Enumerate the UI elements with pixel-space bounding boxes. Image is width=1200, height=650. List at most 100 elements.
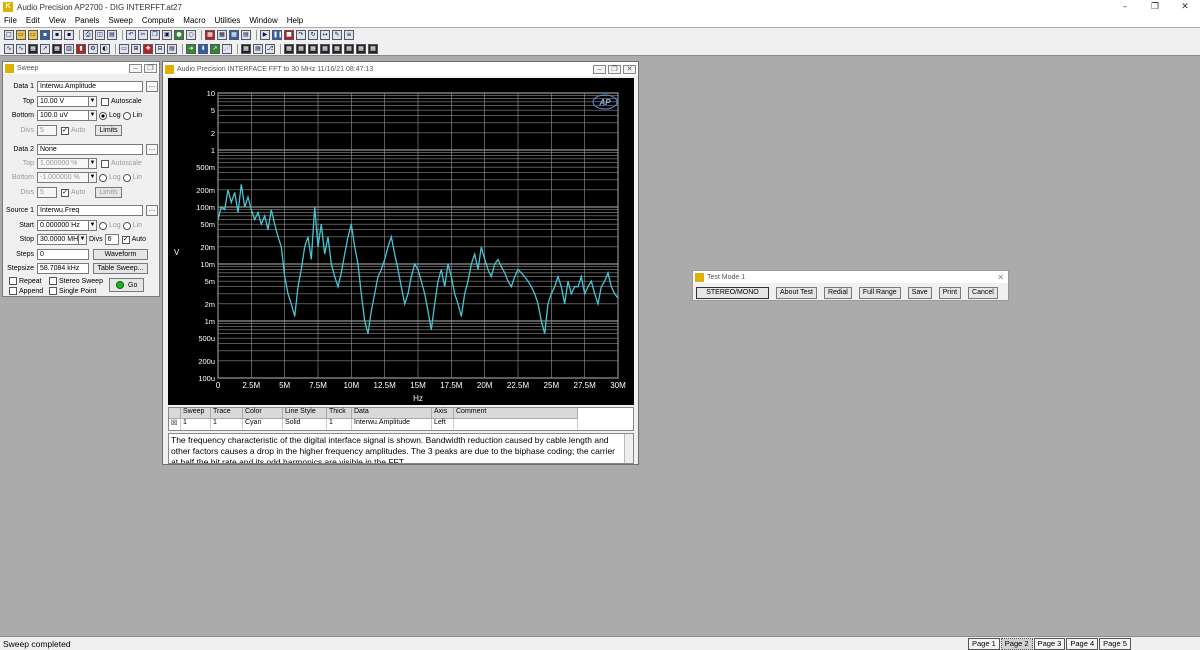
menu-view[interactable]: View (49, 16, 66, 25)
compute-icon[interactable]: ✚ (143, 43, 153, 54)
stop-units-dropdown[interactable]: ▼ (78, 234, 87, 245)
attach-icon[interactable]: ⎇ (265, 43, 275, 54)
graph-optimize-icon[interactable]: ▦ (217, 30, 227, 40)
graph-icon[interactable]: ▦ (205, 30, 215, 40)
record-stop-icon[interactable]: ■ (284, 30, 294, 40)
minimize-button[interactable]: – (1110, 0, 1140, 14)
data-editor-icon[interactable]: ▤ (167, 43, 177, 54)
menu-panels[interactable]: Panels (75, 16, 99, 25)
fft-plot[interactable]: 100u 200u 500u 1m 2m 5m 10m 20m 50m 100m 200m 500m 1… (168, 78, 634, 405)
panel-5-icon[interactable]: ▦ (332, 43, 342, 54)
page-2-button[interactable]: Page 2 (1000, 638, 1033, 650)
menu-help[interactable]: Help (287, 16, 303, 25)
source1-browse-button[interactable]: … (146, 205, 158, 216)
repeat-checkbox[interactable] (9, 277, 17, 285)
stop-divs-field[interactable]: 6 (104, 234, 119, 245)
panel-minimize-button[interactable]: – (129, 63, 142, 73)
panel-2-icon[interactable]: ▦ (296, 43, 306, 54)
sweep-panel-icon[interactable]: ↗ (40, 43, 50, 54)
macro-icon[interactable]: ≡ (344, 30, 354, 40)
about-test-button[interactable]: About Test (776, 287, 817, 299)
macro-run-icon[interactable]: ↻ (308, 30, 318, 40)
menu-file[interactable]: File (4, 16, 17, 25)
stop-field[interactable]: 30.0000 MHz (37, 234, 79, 245)
table-row[interactable]: ☒ 1 1 Cyan Solid 1 Interwu.Amplitude Lef… (169, 419, 633, 430)
stereo-sweep-checkbox[interactable] (49, 277, 57, 285)
stop-icon[interactable]: ○ (186, 30, 196, 40)
menu-utilities[interactable]: Utilities (215, 16, 241, 25)
log-icon[interactable]: ▤ (253, 43, 263, 54)
graph-panel-icon[interactable]: ▦ (241, 43, 251, 54)
cell-line-style[interactable]: Solid (283, 419, 327, 430)
maximize-button[interactable]: ❐ (1140, 0, 1170, 14)
save-all-icon[interactable]: ▪ (64, 30, 74, 40)
bar-graph-icon[interactable]: ▮ (76, 43, 86, 54)
cell-thick[interactable]: 1 (327, 419, 352, 430)
panel-7-icon[interactable]: ▦ (356, 43, 366, 54)
move-down-icon[interactable]: ⬇ (198, 43, 208, 54)
print-button[interactable]: Print (938, 287, 962, 299)
analog-gen-icon[interactable]: ∿ (4, 43, 14, 54)
close-button[interactable]: ✕ (1170, 0, 1200, 14)
bottom2-field[interactable]: -1.000000 % (37, 172, 89, 183)
div2-field[interactable]: 5 (37, 187, 57, 198)
page-5-button[interactable]: Page 5 (1099, 638, 1131, 650)
top-units-dropdown[interactable]: ▼ (88, 96, 97, 107)
graph-zoom-icon[interactable]: ▦ (229, 30, 239, 40)
steps-field[interactable]: 0 (37, 249, 89, 260)
start-field[interactable]: 0.000000 Hz (37, 220, 89, 231)
page-1-button[interactable]: Page 1 (968, 638, 1000, 650)
save-as-icon[interactable]: ▪ (52, 30, 62, 40)
stop-auto-checkbox[interactable]: ✓ (121, 235, 130, 244)
step-icon[interactable]: ↷ (296, 30, 306, 40)
start-units-dropdown[interactable]: ▼ (88, 220, 97, 231)
print-icon[interactable]: ⎙ (83, 30, 93, 40)
page-4-button[interactable]: Page 4 (1066, 638, 1099, 650)
panel-4-icon[interactable]: ▦ (320, 43, 330, 54)
go-icon[interactable]: ● (174, 30, 184, 40)
cell-axis[interactable]: Left (432, 419, 454, 430)
paste-icon[interactable]: ▣ (162, 30, 172, 40)
play-icon[interactable]: ▶ (260, 30, 270, 40)
stereo-mono-button[interactable]: STEREO/MONO (696, 287, 769, 299)
top2-units-dropdown[interactable]: ▼ (88, 158, 97, 169)
append-checkbox[interactable] (9, 287, 17, 295)
row-checkbox[interactable]: ☒ (169, 419, 181, 430)
cell-data[interactable]: Interwu.Amplitude (352, 419, 432, 430)
pause-icon[interactable]: ❚❚ (272, 30, 282, 40)
test-mode-close-button[interactable]: ✕ (997, 273, 1004, 282)
open-folder-icon[interactable]: ▭ (16, 30, 26, 40)
div-auto-checkbox[interactable]: ✓ (61, 126, 69, 135)
table-sweep-button[interactable]: Table Sweep... (93, 263, 148, 274)
copy-icon[interactable]: ❐ (150, 30, 160, 40)
menu-compute[interactable]: Compute (142, 16, 174, 25)
source1-field[interactable]: Interwu.Freq (37, 205, 143, 216)
stepsize-field[interactable]: 58.7084 kHz (37, 263, 89, 274)
page-3-button[interactable]: Page 3 (1033, 638, 1066, 650)
open-test-icon[interactable]: ▭ (28, 30, 38, 40)
menu-edit[interactable]: Edit (26, 16, 40, 25)
limits-button[interactable]: Limits (95, 125, 122, 136)
description-textbox[interactable]: The frequency characteristic of the digi… (168, 433, 634, 464)
cell-comment[interactable] (454, 419, 578, 430)
div2-auto-checkbox[interactable]: ✓ (61, 188, 69, 197)
regulation-icon[interactable]: ◐ (100, 43, 110, 54)
log-radio[interactable] (99, 111, 107, 120)
data1-field[interactable]: Interwu.Amplitude (37, 81, 143, 92)
macro-step-icon[interactable]: ↦ (320, 30, 330, 40)
cell-sweep[interactable]: 1 (181, 419, 211, 430)
full-range-button[interactable]: Full Range (858, 287, 901, 299)
new-file-icon[interactable]: □ (4, 30, 14, 40)
autoscale2-checkbox[interactable] (101, 159, 109, 168)
graph-list-icon[interactable]: ▤ (241, 30, 251, 40)
bottom-field[interactable]: 100.0 uV (37, 110, 89, 121)
chart-scatter-icon[interactable]: ⋰ (222, 43, 232, 54)
cut-icon[interactable]: ✂ (138, 30, 148, 40)
autoscale-checkbox[interactable] (101, 97, 109, 106)
copy-page-icon[interactable]: ▤ (107, 30, 117, 40)
meter-icon[interactable]: ▭ (119, 43, 129, 54)
save-button[interactable]: Save (907, 287, 932, 299)
cancel-button[interactable]: Cancel (968, 287, 998, 299)
top-field[interactable]: 10.00 V (37, 96, 89, 107)
bottom2-units-dropdown[interactable]: ▼ (88, 172, 97, 183)
